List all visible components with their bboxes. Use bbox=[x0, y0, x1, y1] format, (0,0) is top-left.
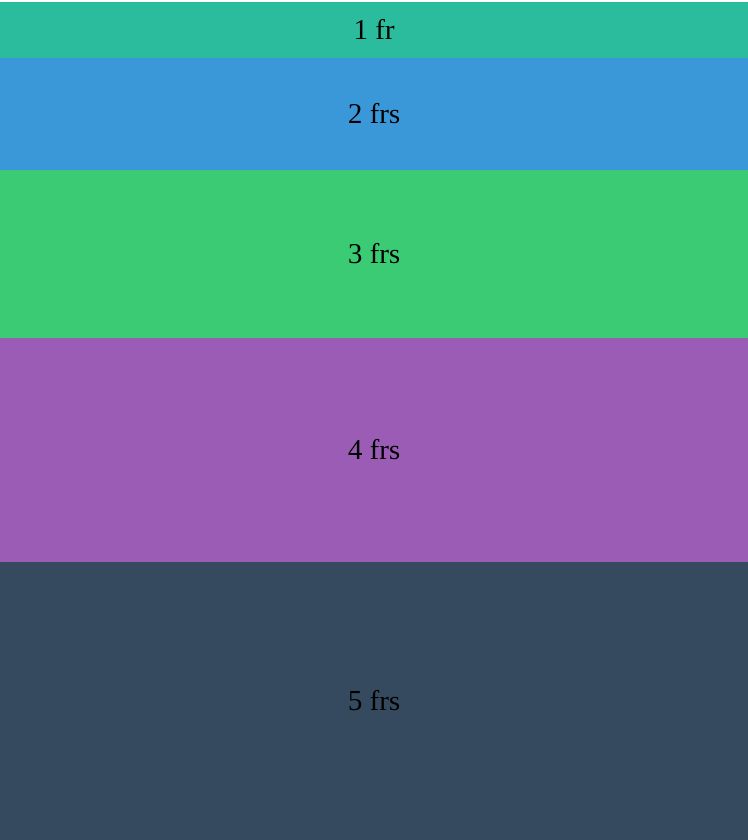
grid-row-5frs: 5 frs bbox=[0, 562, 748, 840]
row-label: 5 frs bbox=[347, 684, 401, 717]
row-label: 1 fr bbox=[353, 13, 395, 46]
row-label: 4 frs bbox=[347, 433, 401, 466]
row-label: 3 frs bbox=[347, 237, 401, 270]
grid-row-3frs: 3 frs bbox=[0, 170, 748, 338]
grid-row-4frs: 4 frs bbox=[0, 338, 748, 562]
fr-grid-container: 1 fr 2 frs 3 frs 4 frs 5 frs bbox=[0, 2, 748, 840]
grid-row-1fr: 1 fr bbox=[0, 2, 748, 58]
row-label: 2 frs bbox=[347, 97, 401, 130]
grid-row-2frs: 2 frs bbox=[0, 58, 748, 170]
